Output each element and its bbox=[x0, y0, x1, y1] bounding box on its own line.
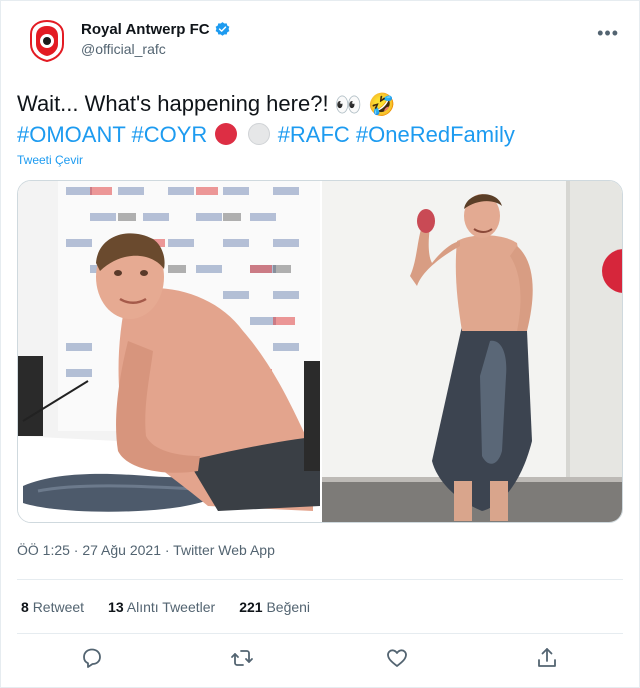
hashtags-line: #OMOANT #COYR #RAFC #OneRedFamily bbox=[17, 120, 623, 150]
eyes-emoji: 👀 bbox=[334, 92, 363, 118]
tweet-stats: 8 Retweet 13 Alıntı Tweetler 221 Beğeni bbox=[21, 599, 310, 615]
white-circle-icon bbox=[247, 123, 270, 146]
quotes-label: Alıntı Tweetler bbox=[126, 599, 216, 615]
retweets-count: 8 bbox=[21, 599, 29, 615]
author-names: Royal Antwerp FC @official_rafc bbox=[81, 21, 231, 57]
hashtags-part2[interactable]: #RAFC #OneRedFamily bbox=[278, 122, 515, 147]
tweet-header: Royal Antwerp FC @official_rafc ••• bbox=[17, 15, 623, 71]
photo-left[interactable] bbox=[18, 181, 320, 522]
likes-count: 221 bbox=[239, 599, 263, 615]
photo-right[interactable] bbox=[322, 181, 622, 522]
tweet-media bbox=[17, 180, 623, 523]
quotes-count: 13 bbox=[108, 599, 124, 615]
likes-stat[interactable]: 221 Beğeni bbox=[239, 599, 310, 615]
more-horizontal-icon[interactable]: ••• bbox=[597, 23, 619, 44]
club-crest-icon bbox=[30, 20, 64, 62]
like-icon[interactable] bbox=[385, 646, 409, 670]
press-room-photo bbox=[18, 181, 320, 522]
corridor-photo bbox=[322, 181, 622, 522]
red-circle-icon bbox=[215, 123, 238, 146]
reply-icon[interactable] bbox=[80, 646, 104, 670]
tweet-text: Wait... What's happening here?! 👀 🤣 #OMO… bbox=[17, 89, 623, 150]
laughing-emoji: 🤣 bbox=[368, 92, 396, 118]
tweet-actions bbox=[1, 646, 639, 676]
tweet-text-line: Wait... What's happening here?! bbox=[17, 91, 329, 116]
hashtags-part1[interactable]: #OMOANT #COYR bbox=[17, 122, 207, 147]
tweet-card: Royal Antwerp FC @official_rafc ••• Wait… bbox=[0, 0, 640, 688]
divider bbox=[17, 633, 623, 634]
likes-label: Beğeni bbox=[266, 599, 311, 615]
retweet-icon[interactable] bbox=[230, 646, 254, 670]
retweets-label: Retweet bbox=[32, 599, 85, 615]
avatar[interactable] bbox=[23, 17, 71, 65]
retweets-stat[interactable]: 8 Retweet bbox=[21, 599, 84, 615]
share-icon[interactable] bbox=[535, 646, 559, 670]
translate-tweet-link[interactable]: Tweeti Çevir bbox=[17, 153, 83, 167]
divider bbox=[17, 579, 623, 580]
author-handle[interactable]: @official_rafc bbox=[81, 41, 231, 57]
verified-badge-icon bbox=[215, 22, 229, 36]
quotes-stat[interactable]: 13 Alıntı Tweetler bbox=[108, 599, 215, 615]
display-name[interactable]: Royal Antwerp FC bbox=[81, 21, 210, 38]
tweet-timestamp[interactable]: ÖÖ 1:25 · 27 Ağu 2021 · Twitter Web App bbox=[17, 542, 275, 558]
